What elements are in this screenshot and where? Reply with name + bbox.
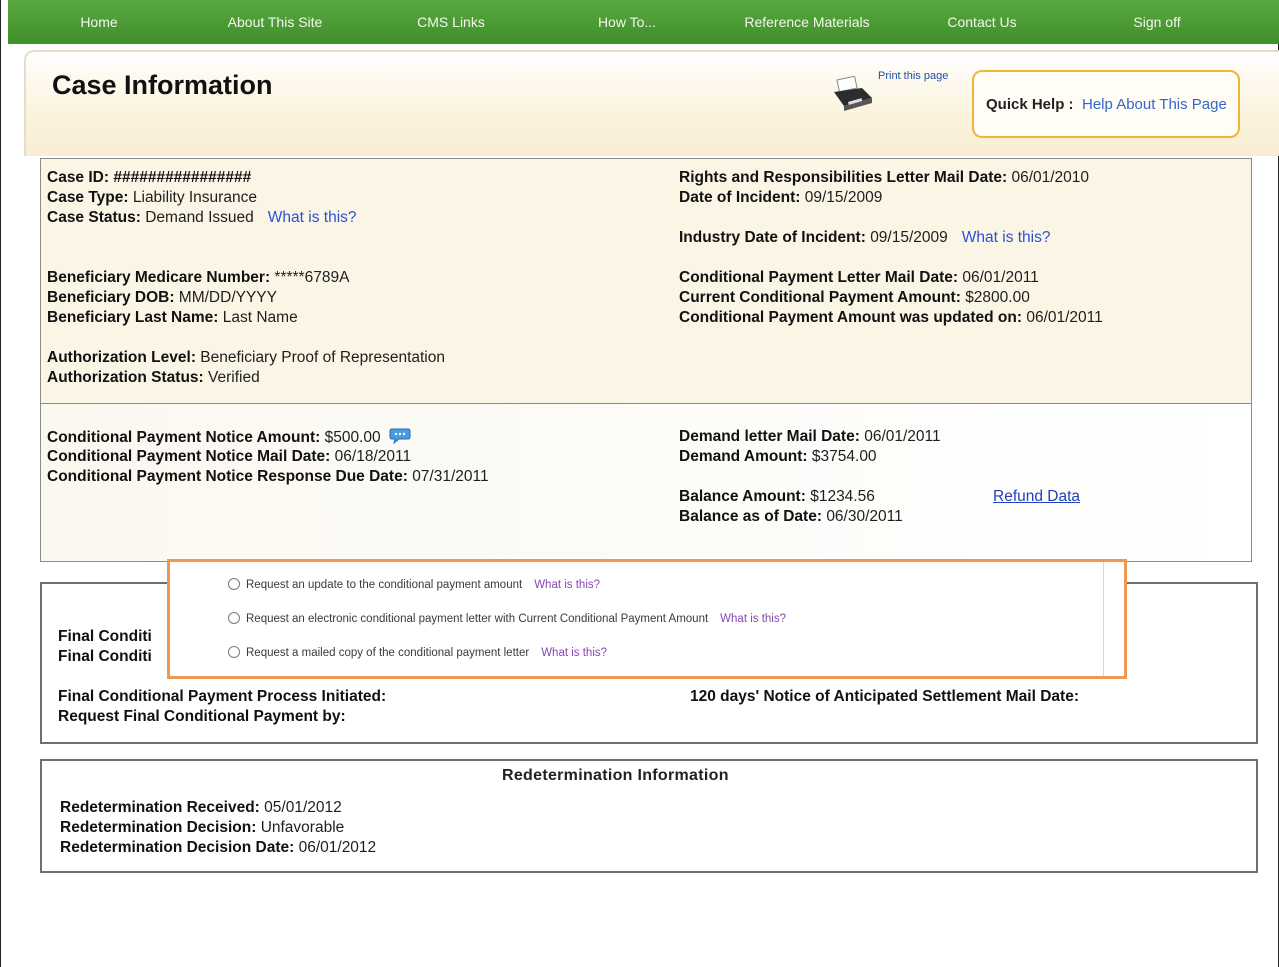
demand-letter-row: Demand letter Mail Date: 06/01/2011 — [679, 428, 941, 445]
redetermination-received-row: Redetermination Received: 05/01/2012 — [60, 799, 342, 816]
case-status-what-is-this-link[interactable]: What is this? — [268, 209, 357, 226]
case-status-row: Case Status: Demand Issued What is this? — [47, 209, 357, 226]
final-cp-request-row: Request Final Conditional Payment by: — [58, 708, 346, 725]
redetermination-title: Redetermination Information — [502, 767, 729, 784]
option-update-cp-amount[interactable]: Request an update to the conditional pay… — [228, 578, 600, 591]
nav-contact[interactable]: Contact Us — [902, 0, 1062, 44]
case-status-value: Demand Issued — [145, 209, 254, 226]
help-about-page-link[interactable]: Help About This Page — [1082, 96, 1227, 113]
rr-letter-row: Rights and Responsibilities Letter Mail … — [679, 169, 1090, 186]
nav-about[interactable]: About This Site — [190, 0, 360, 44]
case-type-row: Case Type: Liability Insurance — [47, 189, 257, 206]
refund-data-link[interactable]: Refund Data — [993, 488, 1080, 506]
nav-how-to[interactable]: How To... — [542, 0, 712, 44]
option-mailed-cp-letter[interactable]: Request a mailed copy of the conditional… — [228, 646, 607, 659]
top-nav: Home About This Site CMS Links How To...… — [8, 0, 1279, 44]
balance-amount-row: Balance Amount: $1234.56 — [679, 488, 875, 505]
date-of-incident-row: Date of Incident: 09/15/2009 — [679, 189, 883, 206]
industry-doi-row: Industry Date of Incident: 09/15/2009 Wha… — [679, 229, 1051, 246]
quick-help-label: Quick Help : — [986, 96, 1074, 113]
printer-icon[interactable] — [832, 76, 874, 112]
opt3-what-is-this-link[interactable]: What is this? — [541, 647, 607, 659]
nav-sign-off[interactable]: Sign off — [1062, 0, 1252, 44]
redetermination-section: Redetermination Information Redeterminat… — [40, 759, 1258, 873]
industry-doi-what-is-this-link[interactable]: What is this? — [962, 229, 1051, 246]
header-panel: Case Information Print this page Quick H… — [24, 50, 1279, 156]
bene-last-name-row: Beneficiary Last Name: Last Name — [47, 309, 298, 326]
nav-cms-links[interactable]: CMS Links — [360, 0, 542, 44]
radio-electronic-cp-letter[interactable] — [228, 612, 240, 624]
request-options-panel: Request an update to the conditional pay… — [170, 562, 1104, 676]
request-options-highlight: Request an update to the conditional pay… — [167, 559, 1127, 679]
settlement-notice-row: 120 days' Notice of Anticipated Settleme… — [690, 688, 1079, 705]
cp-notice-response-row: Conditional Payment Notice Response Due … — [47, 468, 489, 485]
redetermination-decision-row: Redetermination Decision: Unfavorable — [60, 819, 345, 836]
comment-icon[interactable] — [389, 428, 411, 444]
notice-demand-section: Conditional Payment Notice Amount: $500.… — [40, 404, 1252, 562]
nav-home[interactable]: Home — [8, 0, 190, 44]
opt2-what-is-this-link[interactable]: What is this? — [720, 613, 786, 625]
bene-dob-row: Beneficiary DOB: MM/DD/YYYY — [47, 289, 277, 306]
demand-amount-row: Demand Amount: $3754.00 — [679, 448, 877, 465]
case-id-row: Case ID: ################ — [47, 169, 252, 186]
page-title: Case Information — [52, 70, 273, 100]
bene-number-row: Beneficiary Medicare Number: *****6789A — [47, 269, 350, 286]
auth-status-row: Authorization Status: Verified — [47, 369, 260, 386]
print-page-link[interactable]: Print this page — [878, 70, 948, 82]
current-cp-amount-row: Current Conditional Payment Amount: $280… — [679, 289, 1030, 306]
cp-letter-row: Conditional Payment Letter Mail Date: 06… — [679, 269, 1039, 286]
balance-date-row: Balance as of Date: 06/30/2011 — [679, 508, 903, 525]
redetermination-decision-date-row: Redetermination Decision Date: 06/01/201… — [60, 839, 377, 856]
cp-notice-mail-row: Conditional Payment Notice Mail Date: 06… — [47, 448, 412, 465]
case-type-value: Liability Insurance — [132, 189, 257, 206]
final-cp-process-row: Final Conditional Payment Process Initia… — [58, 688, 387, 705]
final-cp-partial-2: Final Conditi — [58, 648, 152, 665]
radio-mailed-cp-letter[interactable] — [228, 646, 240, 658]
cp-notice-amount-row: Conditional Payment Notice Amount: $500.… — [47, 428, 411, 447]
opt1-what-is-this-link[interactable]: What is this? — [534, 579, 600, 591]
option-electronic-cp-letter[interactable]: Request an electronic conditional paymen… — [228, 612, 786, 625]
case-details-section: Case ID: ################ Case Type: Lia… — [40, 158, 1252, 404]
case-id-value: ################ — [113, 169, 252, 186]
radio-update-cp-amount[interactable] — [228, 578, 240, 590]
auth-level-row: Authorization Level: Beneficiary Proof o… — [47, 349, 445, 366]
cp-amount-updated-row: Conditional Payment Amount was updated o… — [679, 309, 1103, 326]
nav-reference[interactable]: Reference Materials — [712, 0, 902, 44]
final-cp-partial-1: Final Conditi — [58, 628, 152, 645]
quick-help-box: Quick Help : Help About This Page — [972, 70, 1240, 138]
